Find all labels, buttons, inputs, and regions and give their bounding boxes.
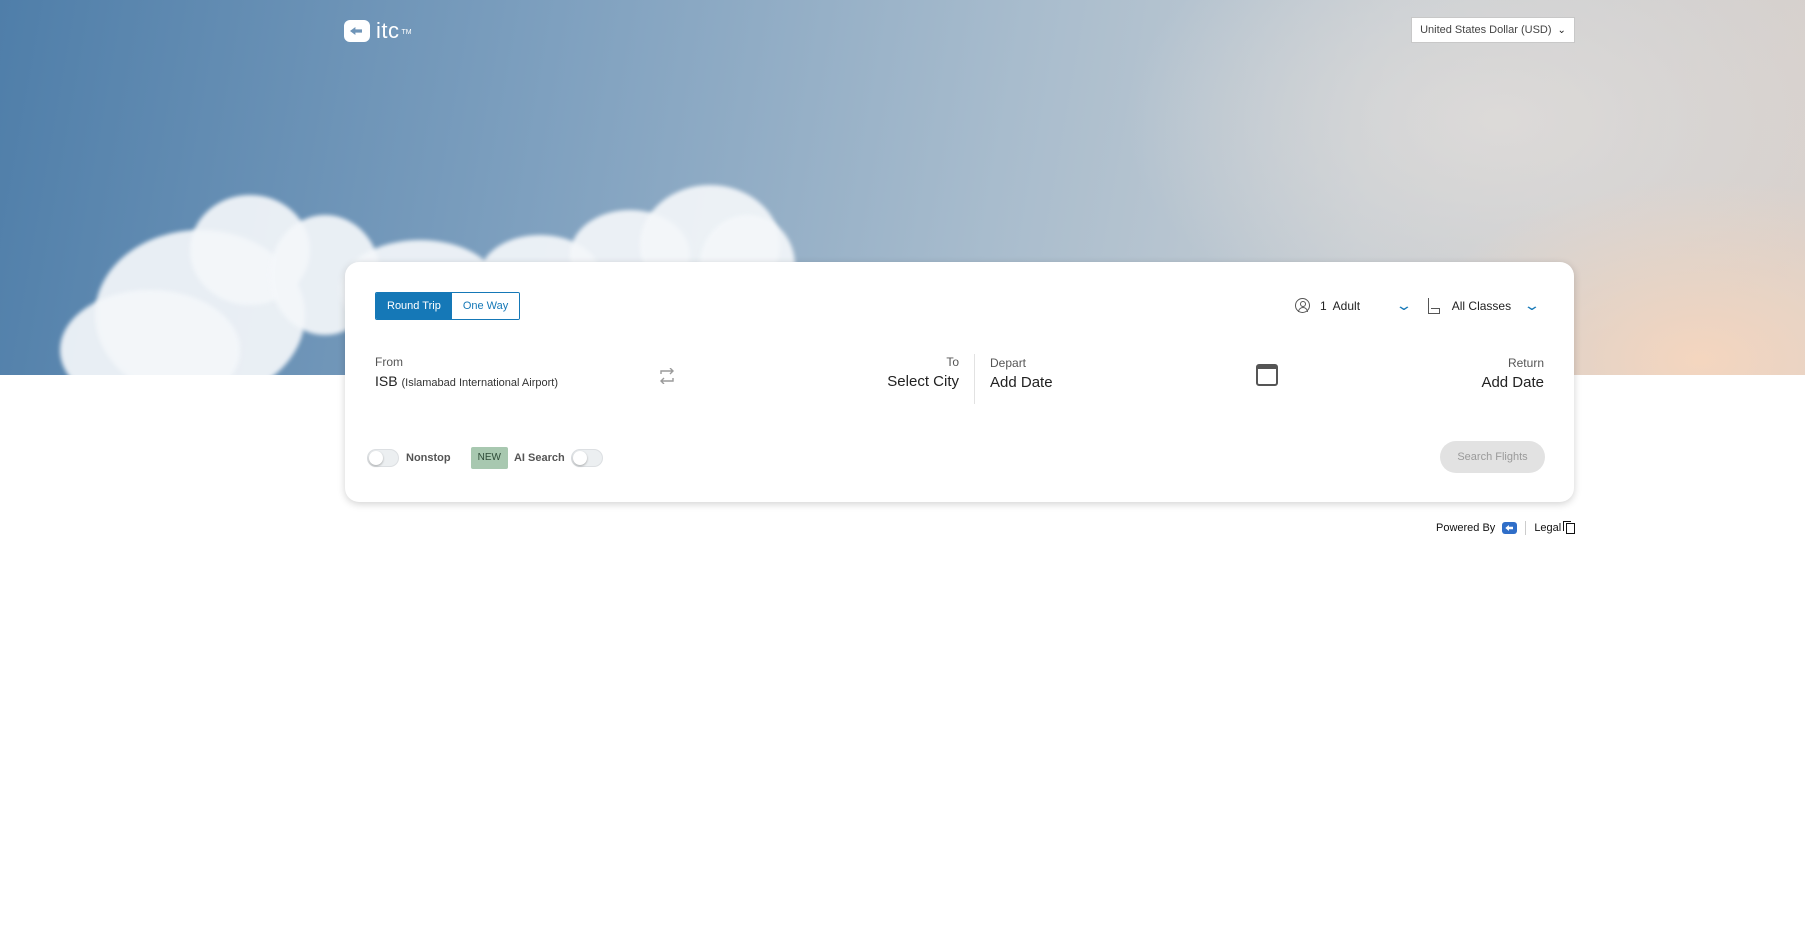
powered-by-logo-icon[interactable] <box>1502 522 1518 534</box>
calendar-icon[interactable] <box>1256 364 1278 386</box>
cabin-class-value[interactable]: All Classes <box>1452 299 1526 313</box>
return-label: Return <box>1507 356 1544 370</box>
depart-label: Depart <box>990 356 1027 370</box>
new-badge: NEW <box>470 447 508 469</box>
chevron-down-icon: ⌄ <box>1557 24 1566 36</box>
depart-field[interactable]: Add Date <box>990 374 1053 391</box>
seat-icon <box>1427 297 1440 314</box>
ai-search-label: AI Search <box>513 452 565 464</box>
round-trip-button[interactable]: Round Trip <box>376 293 452 319</box>
from-label: From <box>375 355 403 369</box>
person-icon <box>1295 298 1310 313</box>
logo-icon <box>344 20 370 42</box>
search-flights-button[interactable]: Search Flights <box>1440 441 1545 473</box>
from-code: ISB <box>375 373 398 389</box>
cabin-class-chevron-down-icon[interactable]: ⌄ <box>1523 297 1541 314</box>
to-field[interactable]: Select City <box>887 373 959 390</box>
travellers-value[interactable]: 1 Adult <box>1320 299 1398 313</box>
one-way-button[interactable]: One Way <box>451 293 520 319</box>
to-label: To <box>946 355 959 369</box>
trip-type-toggle: Round Trip One Way <box>375 292 521 320</box>
logo-text: itc <box>376 18 400 43</box>
search-options-row: Nonstop NEW AI Search <box>367 447 603 469</box>
brand-logo[interactable]: itc TM <box>344 18 412 44</box>
travellers-chevron-down-icon[interactable]: ⌄ <box>1395 297 1413 314</box>
nonstop-toggle[interactable] <box>367 449 399 467</box>
footer: Powered By Legal <box>1436 520 1576 535</box>
currency-value: United States Dollar (USD) <box>1420 24 1552 36</box>
currency-select[interactable]: United States Dollar (USD) ⌄ <box>1411 17 1575 43</box>
from-airport-name: (Islamabad International Airport) <box>401 377 558 389</box>
flight-search-card: Round Trip One Way 1 Adult ⌄ All Classes… <box>345 262 1574 502</box>
return-field[interactable]: Add Date <box>1481 374 1544 391</box>
nonstop-label: Nonstop <box>406 452 451 464</box>
traveller-class-selectors: 1 Adult ⌄ All Classes ⌄ <box>1295 297 1540 314</box>
legal-link[interactable]: Legal <box>1534 522 1561 534</box>
swap-icon[interactable] <box>658 368 676 384</box>
powered-by-text: Powered By <box>1436 522 1496 534</box>
ai-search-toggle[interactable] <box>570 449 603 467</box>
logo-trademark: TM <box>401 28 412 36</box>
footer-divider <box>1525 521 1527 535</box>
from-field[interactable]: ISB (Islamabad International Airport) <box>375 373 558 389</box>
field-divider <box>974 354 975 404</box>
document-icon[interactable] <box>1563 520 1576 534</box>
